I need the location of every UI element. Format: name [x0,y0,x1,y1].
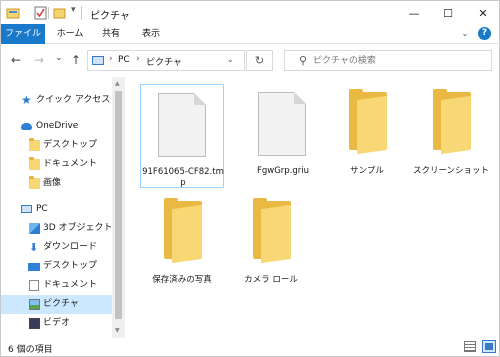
folder-icon [164,198,202,264]
folder-name: スクリーンショット [412,166,490,176]
folder-name: カメラ ロール [244,275,298,285]
nav-item-documents[interactable]: ドキュメント [1,276,113,295]
explorer-icon[interactable] [6,6,20,20]
file-name: FgwGrp.griu [256,166,310,176]
folder-name: サンプル [350,166,384,176]
details-view-icon[interactable] [464,341,476,352]
breadcrumb-pc[interactable]: PC [118,55,130,65]
new-folder-icon[interactable] [53,6,66,20]
scrollbar-thumb[interactable] [115,91,122,319]
nav-item-desktop[interactable]: デスクトップ [1,257,113,276]
pictures-icon [29,299,40,310]
tab-file[interactable]: ファイル [1,24,45,44]
folder-item[interactable]: スクリーンショット [409,84,493,188]
file-item[interactable]: FgwGrp.griu [241,84,325,188]
folder-item[interactable]: サンプル [325,84,409,188]
chevron-down-icon[interactable]: ⌄ [460,29,470,39]
folder-item[interactable]: 保存済みの写真 [140,193,224,297]
nav-item-label: ダウンロード [43,242,98,252]
nav-item-onedrive-images[interactable]: 画像 [1,174,113,193]
nav-item-label: ドキュメント [43,280,98,290]
search-box[interactable]: ⚲ [284,50,492,71]
item-count: 6 個の項目 [8,345,53,355]
chevron-down-icon[interactable]: ⌄ [227,55,234,64]
chevron-right-icon[interactable]: › [109,54,113,64]
nav-item-label: ドキュメント [43,159,98,169]
chevron-right-icon[interactable]: › [136,54,140,64]
file-icon [258,92,306,156]
nav-item-label: 3D オブジェクト [43,223,113,233]
nav-item-onedrive-desktop[interactable]: デスクトップ [1,136,113,155]
tab-home[interactable]: ホーム [54,24,86,44]
close-button[interactable]: ✕ [466,1,500,25]
nav-item-label: ビデオ [43,318,71,328]
large-icons-view-icon[interactable] [482,340,496,353]
forward-arrow-icon[interactable]: → [34,54,44,66]
separator [81,6,82,20]
title-bar: ▾ ピクチャ — ☐ ✕ [0,0,500,24]
customize-toolbar-icon[interactable]: ▾ [71,5,76,19]
minimize-button[interactable]: — [397,1,431,25]
nav-item-label: デスクトップ [43,261,98,271]
pc-icon [92,56,104,65]
file-name: 91F61065-CF82.tmp [142,167,224,188]
search-icon: ⚲ [299,54,308,67]
nav-pane-scrollbar[interactable]: ▲ ▼ [112,77,125,338]
download-icon: ⬇ [29,241,39,254]
tab-share[interactable]: 共有 [97,24,125,44]
maximize-button[interactable]: ☐ [431,1,465,25]
nav-item-quick-access[interactable]: ★ クイック アクセス [1,91,113,110]
back-arrow-icon[interactable]: ← [11,54,21,66]
scroll-down-icon[interactable]: ▼ [115,327,120,334]
file-list: 91F61065-CF82.tmp FgwGrp.griu サンプル スクリーン… [125,77,500,338]
refresh-button[interactable]: ↻ [246,50,273,71]
nav-item-label: OneDrive [36,121,79,131]
window-title: ピクチャ [90,11,130,22]
desktop-icon [28,263,40,271]
folder-icon [29,157,40,170]
properties-icon[interactable] [34,6,47,20]
nav-item-label: デスクトップ [43,140,98,150]
folder-icon [433,89,471,155]
address-bar[interactable]: › PC › ピクチャ [87,50,245,71]
file-item[interactable]: 91F61065-CF82.tmp [140,84,224,188]
nav-item-downloads[interactable]: ⬇ ダウンロード [1,238,113,257]
pc-icon [21,205,32,213]
help-icon[interactable]: ? [478,27,491,40]
folder-icon [253,198,291,264]
nav-item-onedrive-documents[interactable]: ドキュメント [1,155,113,174]
tab-view[interactable]: 表示 [137,24,165,44]
document-icon [29,280,39,291]
cube-icon [29,223,40,234]
folder-name: 保存済みの写真 [152,275,212,285]
nav-item-pictures[interactable]: ピクチャ [1,295,113,314]
nav-item-3d-objects[interactable]: 3D オブジェクト [1,219,113,238]
separator [48,7,49,19]
ribbon-tabs: ファイル ホーム 共有 表示 ⌄ ? [0,24,500,44]
folder-icon [29,138,40,151]
folder-icon [349,89,387,155]
cloud-icon [21,123,32,130]
video-icon [29,318,40,329]
status-bar: 6 個の項目 [0,338,500,357]
breadcrumb-pictures[interactable]: ピクチャ [146,55,182,68]
address-row: ← → ⌄ ↑ › PC › ピクチャ ⌄ ↻ ⚲ [0,44,500,77]
nav-item-pc[interactable]: PC [1,200,113,219]
folder-item[interactable]: カメラ ロール [229,193,313,297]
recent-locations-icon[interactable]: ⌄ [55,52,63,64]
nav-item-videos[interactable]: ビデオ [1,314,113,333]
nav-item-label: クイック アクセス [36,95,111,105]
search-input[interactable] [313,53,483,69]
folder-icon [29,176,40,189]
nav-item-onedrive[interactable]: OneDrive [1,117,113,136]
scroll-up-icon[interactable]: ▲ [115,80,120,87]
nav-item-label: PC [36,204,48,214]
star-icon: ★ [21,93,32,107]
up-arrow-icon[interactable]: ↑ [71,54,81,66]
nav-item-label: 画像 [43,178,62,188]
navigation-pane: ★ クイック アクセス OneDrive デスクトップ ドキュメント 画像 PC… [0,77,125,338]
file-icon [158,93,206,157]
nav-item-label: ピクチャ [43,299,79,309]
